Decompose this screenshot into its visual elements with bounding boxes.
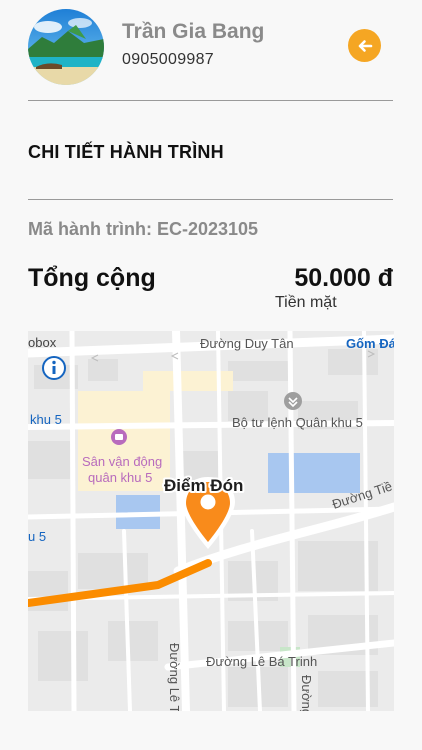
user-name: Trần Gia Bang — [122, 20, 265, 43]
arrow-left-icon — [358, 39, 372, 52]
street-label: Đường — [299, 675, 314, 711]
street-label: Đường Lê T — [167, 643, 182, 711]
total-amount: 50.000 đ — [294, 264, 393, 292]
avatar — [28, 9, 104, 85]
water-area — [268, 453, 360, 493]
military-icon — [284, 392, 302, 410]
street-label: Đường Duy Tân — [200, 336, 294, 351]
street-label: Đường Lê Bá Trinh — [206, 654, 317, 669]
trip-code: Mã hành trình: EC-2023105 — [28, 219, 259, 239]
back-button[interactable] — [348, 29, 381, 62]
place-label: quân khu 5 — [88, 470, 152, 485]
total-label: Tổng cộng — [28, 264, 156, 292]
place-label: Gốm Đá — [346, 336, 394, 351]
divider — [28, 199, 393, 200]
pin-label: Điểm Đón — [162, 474, 245, 497]
payment-method: Tiền mặt — [275, 294, 337, 311]
place-label: Bộ tư lệnh Quân khu 5 — [232, 415, 363, 430]
map-attribution: obox — [28, 335, 57, 350]
info-icon — [42, 356, 66, 380]
place-label: khu 5 — [30, 412, 62, 427]
place-label: u 5 — [28, 529, 46, 544]
user-phone: 0905009987 — [122, 51, 214, 68]
map-view[interactable]: Điểm Đón obox Đường Duy Tân Gốm Đá Bộ tư… — [28, 331, 394, 711]
user-header: Trần Gia Bang 0905009987 — [0, 0, 422, 100]
section-title: CHI TIẾT HÀNH TRÌNH — [28, 142, 224, 162]
place-label: Sân vận động — [82, 454, 162, 469]
stadium-icon — [111, 429, 127, 445]
divider — [28, 100, 393, 101]
svg-text:Điểm Đón: Điểm Đón — [164, 476, 243, 495]
